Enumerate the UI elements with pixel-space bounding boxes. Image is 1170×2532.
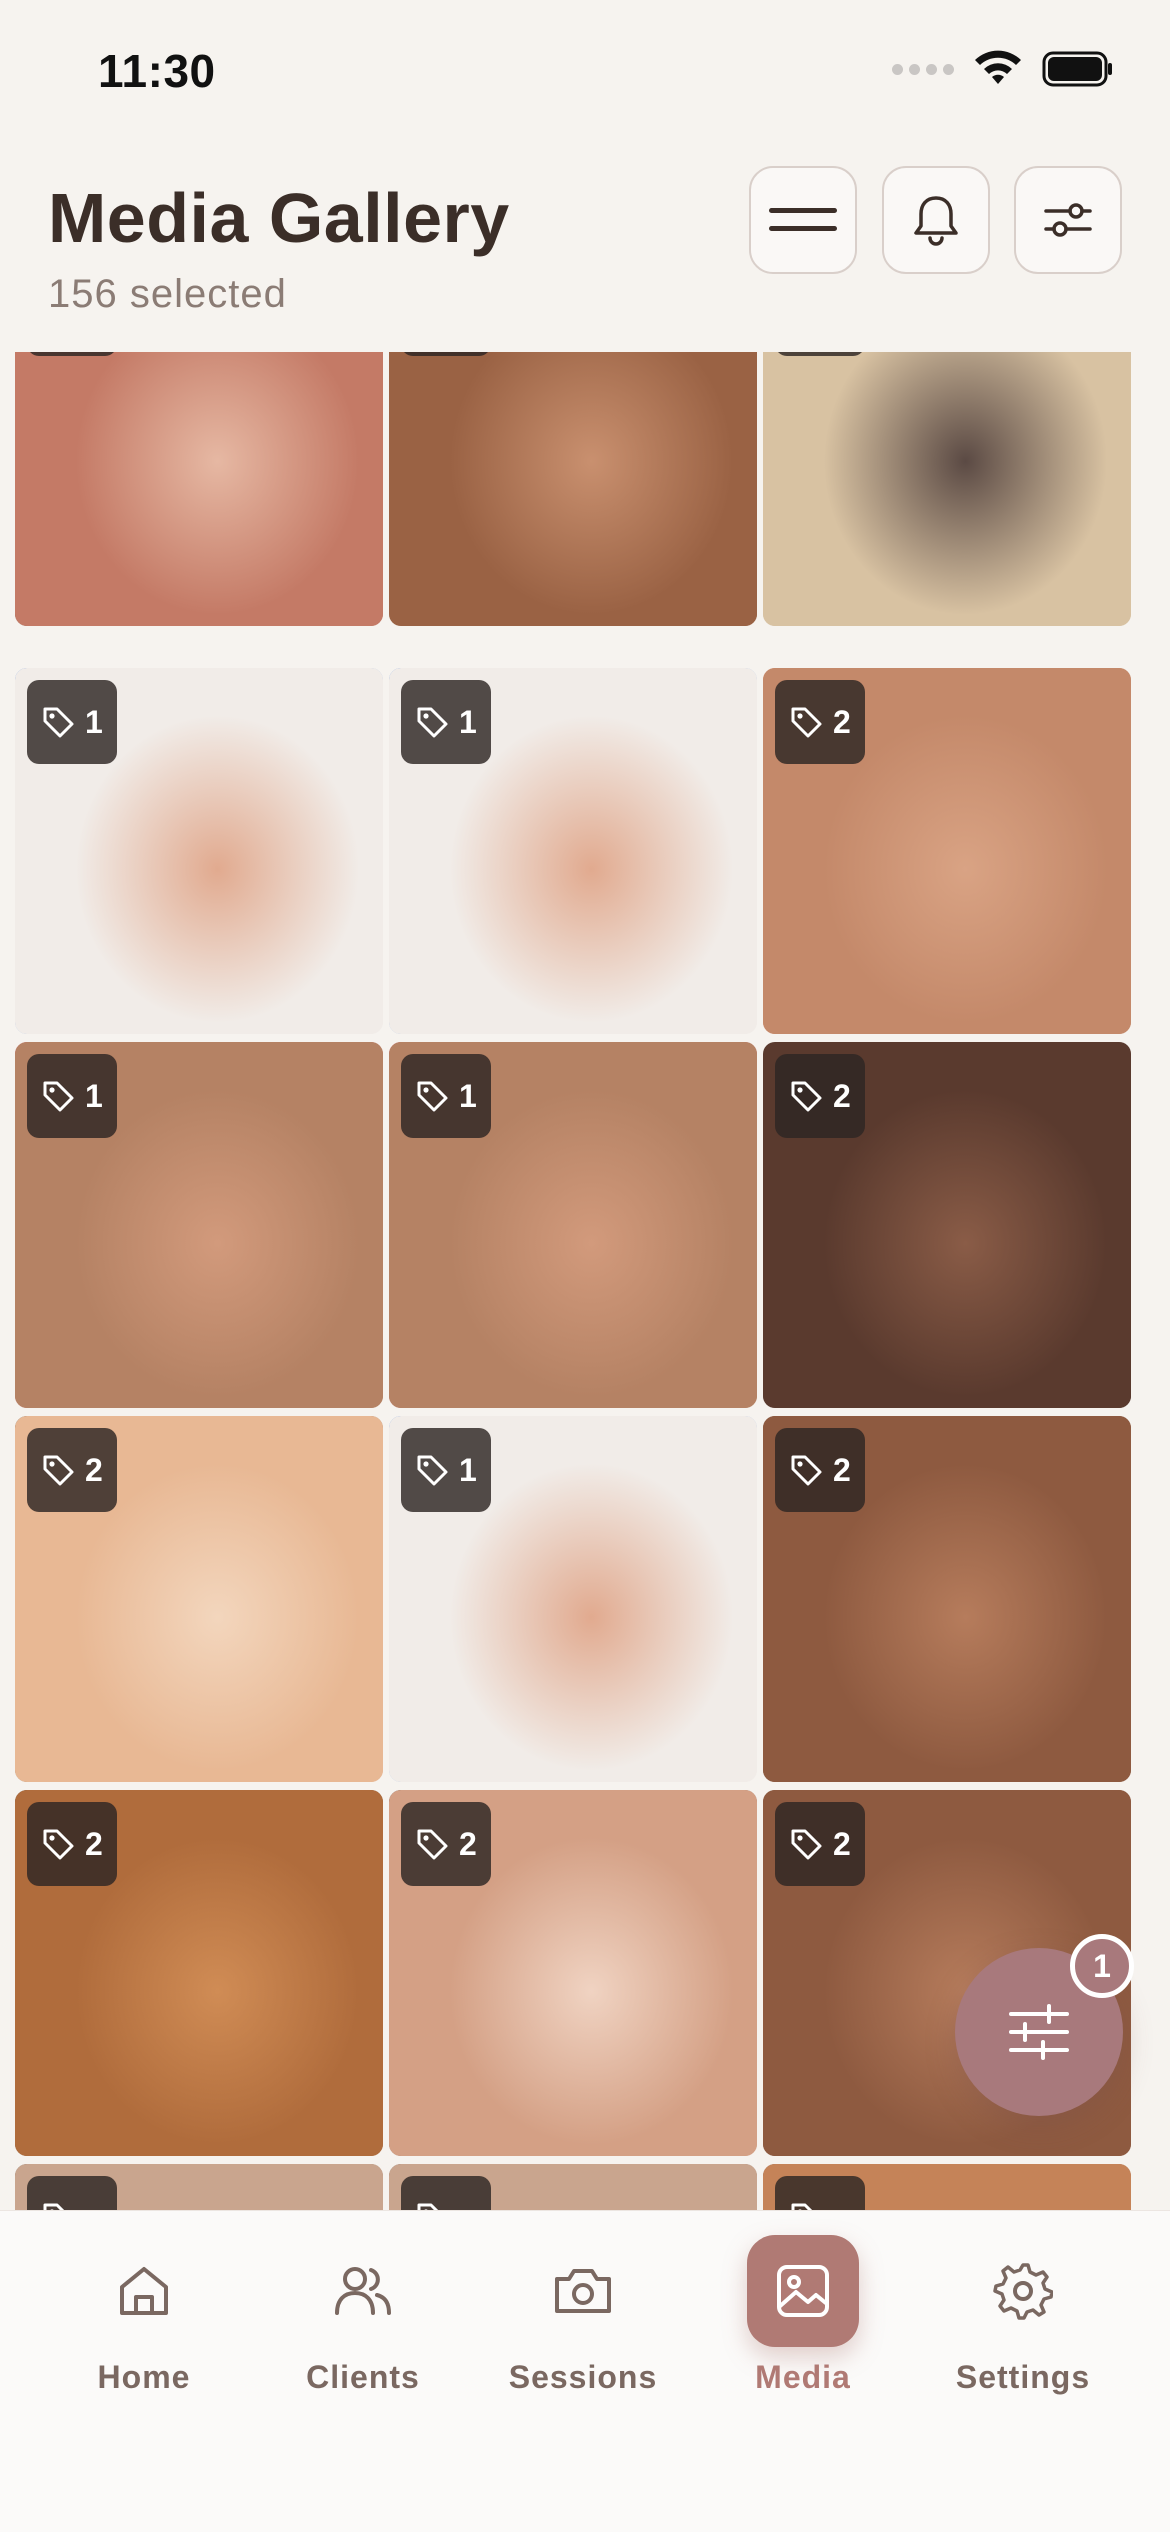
tag-icon bbox=[43, 1829, 74, 1860]
tab-settings[interactable]: Settings bbox=[923, 2235, 1123, 2435]
image-icon bbox=[777, 2265, 829, 2317]
signal-icon bbox=[892, 63, 954, 75]
tab-bar: Home Clients Sessions Media Settings bbox=[0, 2210, 1170, 2532]
tag-icon bbox=[417, 2203, 439, 2210]
wifi-icon bbox=[972, 50, 1024, 88]
tag-count: 2 bbox=[85, 1825, 103, 1862]
tag-count-badge: 2 bbox=[27, 1802, 117, 1886]
tag-count-badge: 2 bbox=[775, 680, 865, 764]
notifications-button[interactable] bbox=[882, 166, 990, 274]
media-tile[interactable]: 1 bbox=[15, 668, 383, 1034]
tag-count-badge: 1 bbox=[401, 1054, 491, 1138]
bell-icon bbox=[914, 196, 958, 246]
media-tile[interactable]: 2 bbox=[389, 1790, 757, 2156]
media-tile[interactable]: 1 bbox=[389, 1042, 757, 1408]
tag-count-badge: 1 bbox=[401, 1428, 491, 1512]
page-title: Media Gallery bbox=[48, 179, 510, 257]
tag-icon bbox=[43, 1081, 74, 1112]
tag-count: 1 bbox=[459, 1451, 477, 1488]
tag-icon bbox=[43, 1455, 74, 1486]
media-tile[interactable]: 2 bbox=[763, 668, 1131, 1034]
tag-count-badge: 2 bbox=[775, 1054, 865, 1138]
media-tile[interactable]: 2 bbox=[15, 1416, 383, 1782]
media-tile[interactable]: 2 bbox=[763, 1416, 1131, 1782]
tag-icon bbox=[791, 2203, 813, 2210]
tab-label: Settings bbox=[955, 2359, 1091, 2395]
tag-icon bbox=[791, 1081, 822, 1112]
tag-count-badge: 2 bbox=[401, 1802, 491, 1886]
selection-count: 156 selected bbox=[48, 272, 287, 316]
media-tile[interactable]: 1 bbox=[389, 668, 757, 1034]
tag-count-badge bbox=[775, 2176, 865, 2210]
tag-count: 2 bbox=[833, 1825, 851, 1862]
home-icon bbox=[120, 2267, 168, 2315]
filter-button[interactable] bbox=[1014, 166, 1122, 274]
tag-icon bbox=[791, 1829, 822, 1860]
tag-count: 2 bbox=[833, 1077, 851, 1114]
tag-count-badge: 1 bbox=[401, 680, 491, 764]
tag-icon bbox=[417, 707, 448, 738]
tag-icon bbox=[417, 1081, 448, 1112]
sliders-icon bbox=[1009, 2004, 1069, 2060]
tag-count-badge: 2 bbox=[27, 352, 117, 356]
camera-icon bbox=[555, 2269, 611, 2313]
media-tile[interactable]: 2 bbox=[389, 352, 757, 626]
media-tile[interactable]: 2 bbox=[763, 1042, 1131, 1408]
tag-count: 1 bbox=[459, 703, 477, 740]
filter-icon bbox=[1044, 203, 1092, 237]
status-time: 11:30 bbox=[98, 45, 216, 97]
status-bar: 11:30 bbox=[0, 0, 1170, 150]
tag-count: 2 bbox=[85, 1451, 103, 1488]
tag-icon bbox=[791, 707, 822, 738]
status-icons bbox=[892, 50, 1114, 88]
tag-count: 1 bbox=[85, 703, 103, 740]
tab-clients[interactable]: Clients bbox=[263, 2235, 463, 2435]
tag-count-badge: 2 bbox=[775, 1428, 865, 1512]
tab-label: Media bbox=[755, 2359, 851, 2395]
tag-icon bbox=[417, 1829, 448, 1860]
tag-icon bbox=[417, 1455, 448, 1486]
media-thumbnail bbox=[15, 352, 383, 626]
gear-icon bbox=[993, 2263, 1053, 2320]
tag-count: 1 bbox=[85, 1077, 103, 1114]
tab-sessions[interactable]: Sessions bbox=[483, 2235, 683, 2435]
media-tile[interactable]: 2 bbox=[15, 352, 383, 626]
media-tile[interactable]: 1 bbox=[389, 1416, 757, 1782]
tag-count-badge: 1 bbox=[27, 680, 117, 764]
tag-count-badge: 2 bbox=[401, 352, 491, 356]
media-thumbnail bbox=[763, 352, 1131, 626]
battery-icon bbox=[1042, 51, 1114, 87]
menu-button[interactable] bbox=[749, 166, 857, 274]
tag-count: 2 bbox=[833, 1451, 851, 1488]
tag-count-badge: 2 bbox=[775, 1802, 865, 1886]
filter-count-badge: 1 bbox=[1070, 1934, 1134, 1998]
media-tile[interactable]: 1 bbox=[15, 1042, 383, 1408]
tag-count: 2 bbox=[459, 1825, 477, 1862]
header: Media Gallery 156 selected bbox=[0, 150, 1170, 350]
tag-icon bbox=[43, 2203, 65, 2210]
menu-icon bbox=[769, 208, 837, 231]
tag-count: 2 bbox=[833, 703, 851, 740]
tag-count-badge bbox=[401, 2176, 491, 2210]
tag-count-badge: 1 bbox=[27, 1054, 117, 1138]
media-tile[interactable] bbox=[15, 2164, 383, 2210]
tab-home[interactable]: Home bbox=[44, 2235, 244, 2435]
media-tile[interactable]: 2 bbox=[763, 352, 1131, 626]
media-tile[interactable] bbox=[763, 2164, 1131, 2210]
media-tile[interactable]: 2 bbox=[15, 1790, 383, 2156]
tab-label: Home bbox=[97, 2359, 191, 2395]
users-icon bbox=[335, 2267, 391, 2315]
media-tile[interactable] bbox=[389, 2164, 757, 2210]
tab-media[interactable]: Media bbox=[703, 2235, 903, 2435]
tag-count-badge: 2 bbox=[775, 352, 865, 356]
tag-icon bbox=[43, 707, 74, 738]
tag-count-badge bbox=[27, 2176, 117, 2210]
tab-label: Clients bbox=[306, 2359, 420, 2395]
tag-count-badge: 2 bbox=[27, 1428, 117, 1512]
tab-label: Sessions bbox=[508, 2359, 658, 2395]
tag-count: 1 bbox=[459, 1077, 477, 1114]
media-grid: 2 2 2 1 1 2 1 1 2 2 1 2 2 2 2 bbox=[15, 352, 1155, 2210]
media-thumbnail bbox=[389, 352, 757, 626]
tag-icon bbox=[791, 1455, 822, 1486]
